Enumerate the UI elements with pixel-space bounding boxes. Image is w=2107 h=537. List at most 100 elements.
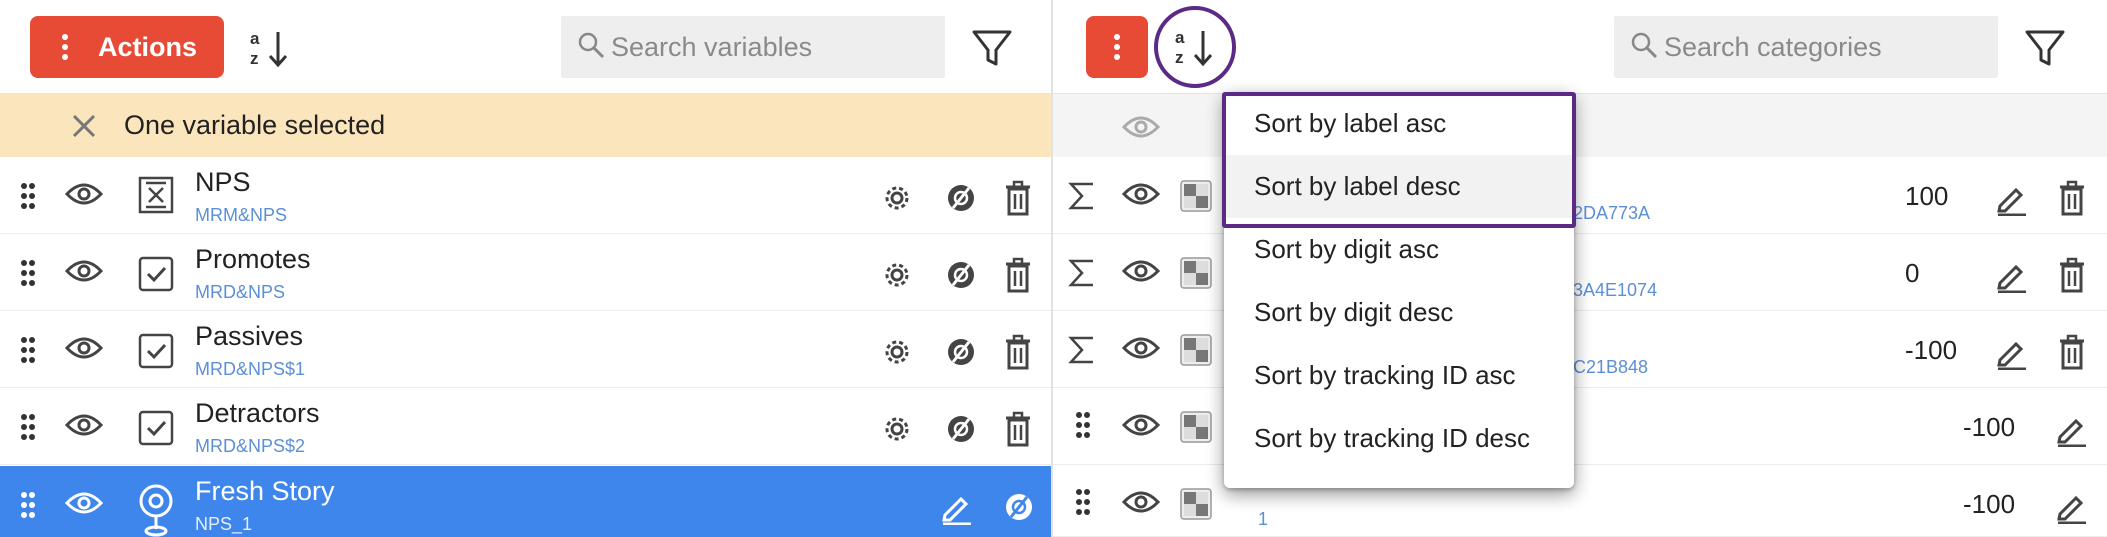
category-value: 0 xyxy=(1905,258,1920,288)
search-variables-input[interactable]: Search variables xyxy=(561,16,945,78)
category-row[interactable]: C21B848 -100 xyxy=(1053,311,2107,388)
hide-disabled-icon[interactable] xyxy=(1002,490,1036,524)
category-value: -100 xyxy=(1963,489,2016,519)
categories-panel: a z Search categories 2DA773A 100 3A4E10… xyxy=(1053,0,2107,537)
gear-icon[interactable] xyxy=(880,335,914,369)
gear-icon[interactable] xyxy=(880,181,914,215)
drag-handle-icon[interactable] xyxy=(1071,410,1095,440)
menu-item-sort-digit-asc[interactable]: Sort by digit asc xyxy=(1224,218,1574,281)
edit-pencil-icon[interactable] xyxy=(1993,181,2029,217)
close-icon[interactable] xyxy=(70,112,98,140)
filter-icon xyxy=(972,30,1012,66)
color-swatch-icon[interactable] xyxy=(1179,333,1213,367)
menu-item-sort-digit-desc[interactable]: Sort by digit desc xyxy=(1224,281,1574,344)
trash-icon[interactable] xyxy=(2056,333,2088,371)
variable-code: NPS_1 xyxy=(195,514,253,534)
eye-icon[interactable] xyxy=(64,410,104,440)
category-value: 100 xyxy=(1905,181,1949,211)
edit-pencil-icon[interactable] xyxy=(2053,489,2089,525)
color-swatch-icon[interactable] xyxy=(1179,410,1213,444)
eye-icon[interactable] xyxy=(1121,179,1161,209)
color-swatch-icon[interactable] xyxy=(1179,256,1213,290)
filter-button[interactable] xyxy=(970,26,1014,70)
eye-icon[interactable] xyxy=(64,256,104,286)
sort-az-icon: a z xyxy=(1175,28,1213,67)
sigma-icon xyxy=(1067,179,1097,213)
category-code: 1 xyxy=(1258,509,1269,529)
search-icon xyxy=(577,31,607,64)
hide-disabled-icon[interactable] xyxy=(944,335,978,369)
color-swatch-icon[interactable] xyxy=(1179,487,1213,521)
trash-icon[interactable] xyxy=(2056,256,2088,294)
variable-row[interactable]: Passives MRD&NPS$1 xyxy=(0,311,1051,388)
menu-item-sort-tracking-asc[interactable]: Sort by tracking ID asc xyxy=(1224,344,1574,407)
color-swatch-icon[interactable] xyxy=(1179,179,1213,213)
variable-name: Promotes xyxy=(195,244,311,274)
eye-icon[interactable] xyxy=(64,333,104,363)
category-row[interactable]: 1 -100 xyxy=(1053,465,2107,537)
edit-pencil-icon[interactable] xyxy=(2053,412,2089,448)
category-row[interactable]: 3A4E1074 0 xyxy=(1053,234,2107,311)
kebab-menu-icon xyxy=(1114,34,1120,60)
sort-az-button[interactable]: a z xyxy=(242,20,298,76)
variable-code: MRM&NPS xyxy=(195,205,288,225)
edit-pencil-icon[interactable] xyxy=(1993,258,2029,294)
actions-button[interactable]: Actions xyxy=(30,16,224,78)
eye-icon[interactable] xyxy=(64,488,104,518)
eye-icon[interactable] xyxy=(1121,112,1161,142)
eye-icon[interactable] xyxy=(1121,487,1161,517)
variable-row[interactable]: Detractors MRD&NPS$2 xyxy=(0,388,1051,465)
kebab-menu-icon xyxy=(50,34,80,60)
search-variables-placeholder: Search variables xyxy=(611,31,813,62)
variable-row[interactable]: Promotes MRD&NPS xyxy=(0,234,1051,311)
trash-icon[interactable] xyxy=(2056,179,2088,217)
sigma-icon xyxy=(1067,256,1097,290)
sort-az-button-highlighted[interactable]: a z xyxy=(1154,6,1236,88)
variable-row-selected[interactable]: Fresh Story NPS_1 xyxy=(0,466,1051,537)
category-row[interactable]: 2DA773A 100 xyxy=(1053,157,2107,234)
location-pin-icon xyxy=(136,482,176,537)
svg-text:z: z xyxy=(1175,48,1184,67)
variable-row[interactable]: NPS MRM&NPS xyxy=(0,157,1051,234)
gear-icon[interactable] xyxy=(880,412,914,446)
variable-name: Passives xyxy=(195,321,304,351)
menu-item-sort-label-desc[interactable]: Sort by label desc xyxy=(1224,155,1574,218)
app-root: Actions a z Search variables One variabl… xyxy=(0,0,2107,537)
hide-disabled-icon[interactable] xyxy=(944,258,978,292)
drag-handle-icon[interactable] xyxy=(16,181,40,211)
eye-icon[interactable] xyxy=(1121,256,1161,286)
eye-icon[interactable] xyxy=(1121,410,1161,440)
checkbox-icon xyxy=(136,254,176,294)
variable-code: MRD&NPS$1 xyxy=(195,359,306,379)
trash-icon[interactable] xyxy=(1002,333,1034,371)
category-actions-button[interactable] xyxy=(1086,16,1148,78)
variable-name: NPS xyxy=(195,167,251,197)
trash-icon[interactable] xyxy=(1002,179,1034,217)
filter-button[interactable] xyxy=(2023,26,2067,70)
edit-pencil-icon[interactable] xyxy=(938,490,974,526)
categories-header-row xyxy=(1053,94,2107,157)
drag-handle-icon[interactable] xyxy=(16,335,40,365)
drag-handle-icon[interactable] xyxy=(16,258,40,288)
category-value: -100 xyxy=(1905,335,1958,365)
checkbox-icon xyxy=(136,408,176,448)
menu-item-sort-tracking-desc[interactable]: Sort by tracking ID desc xyxy=(1224,407,1574,470)
variable-name: Detractors xyxy=(195,398,320,428)
eye-icon[interactable] xyxy=(1121,333,1161,363)
selection-banner: One variable selected xyxy=(0,94,1051,157)
gear-icon[interactable] xyxy=(880,258,914,292)
hide-disabled-icon[interactable] xyxy=(944,181,978,215)
search-categories-input[interactable]: Search categories xyxy=(1614,16,1998,78)
variables-panel: Actions a z Search variables One variabl… xyxy=(0,0,1051,537)
trash-icon[interactable] xyxy=(1002,256,1034,294)
drag-handle-icon[interactable] xyxy=(1071,487,1095,517)
hide-disabled-icon[interactable] xyxy=(944,412,978,446)
menu-item-sort-label-asc[interactable]: Sort by label asc xyxy=(1224,92,1574,155)
trash-icon[interactable] xyxy=(1002,410,1034,448)
eye-icon[interactable] xyxy=(64,179,104,209)
edit-pencil-icon[interactable] xyxy=(1993,335,2029,371)
svg-text:a: a xyxy=(1175,28,1185,47)
drag-handle-icon[interactable] xyxy=(16,490,40,520)
category-row[interactable]: -100 xyxy=(1053,388,2107,465)
drag-handle-icon[interactable] xyxy=(16,412,40,442)
